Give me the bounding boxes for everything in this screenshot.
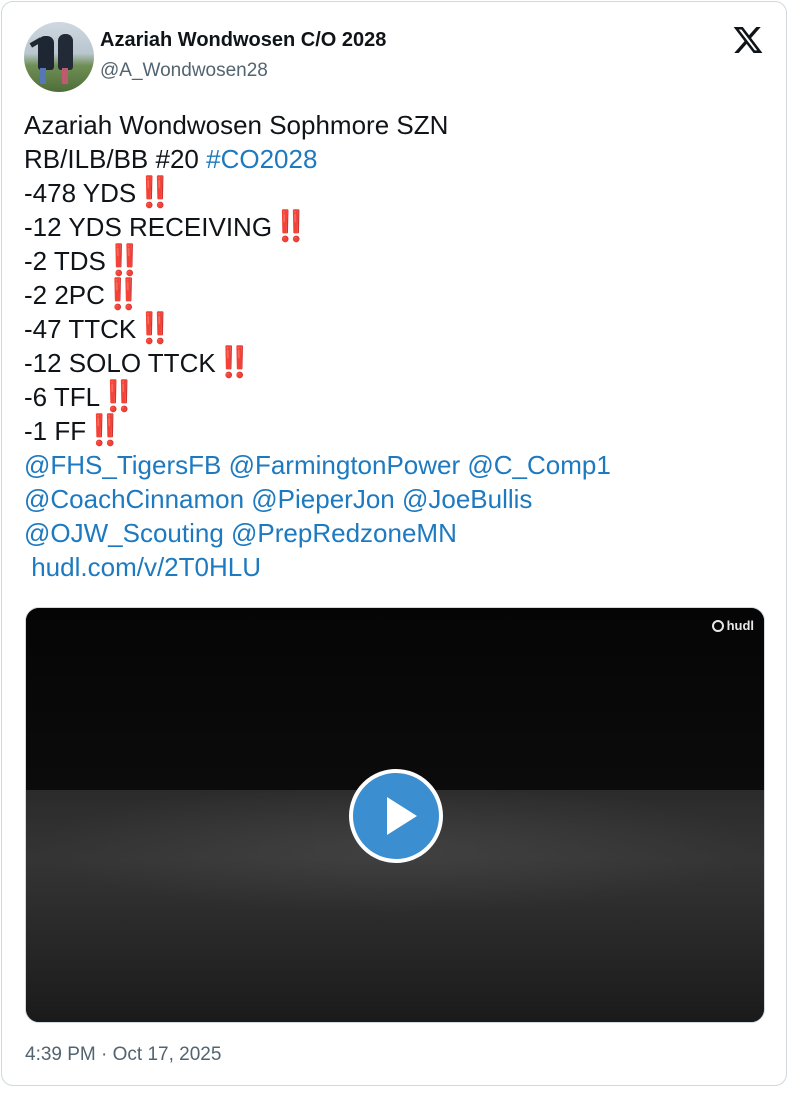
tweet-timestamp[interactable]: 4:39 PM · Oct 17, 2025 [25, 1044, 221, 1066]
play-icon[interactable] [349, 769, 443, 863]
hashtag-link[interactable]: #CO2028 [206, 144, 317, 174]
hudl-watermark-text: hudl [726, 618, 754, 633]
stat-line: -1 FF‼️ [24, 414, 764, 448]
hudl-watermark: hudl [711, 618, 754, 633]
stat-text: -6 TFL [24, 382, 101, 412]
stat-text: -478 YDS [24, 178, 137, 208]
hudl-url-link[interactable]: hudl.com/v/2T0HLU [24, 550, 764, 584]
video-player[interactable]: hudl [25, 607, 765, 1023]
stat-line: -2 2PC‼️ [24, 278, 764, 312]
stat-line: -12 YDS RECEIVING‼️ [24, 210, 764, 244]
avatar-figure-leg [62, 68, 68, 84]
hudl-logo-icon [711, 619, 724, 632]
mentions-line[interactable]: @OJW_Scouting @PrepRedzoneMN [24, 516, 764, 550]
tweet-line: RB/ILB/BB #20 #CO2028 [24, 142, 764, 176]
avatar-figure-leg [40, 68, 46, 84]
stat-text: -12 SOLO TTCK [24, 348, 216, 378]
tweet-line: Azariah Wondwosen Sophmore SZN [24, 108, 764, 142]
tweet-line-text: RB/ILB/BB #20 [24, 144, 207, 174]
stat-text: -1 FF [24, 416, 87, 446]
stat-text: -2 TDS [24, 246, 106, 276]
stat-line: -6 TFL‼️ [24, 380, 764, 414]
double-exclamation-icon: ‼️ [100, 380, 137, 413]
avatar[interactable] [24, 22, 94, 92]
double-exclamation-icon: ‼️ [86, 414, 123, 447]
stat-text: -12 YDS RECEIVING [24, 212, 273, 242]
avatar-figure [58, 34, 73, 70]
author-handle[interactable]: @A_Wondwosen28 [100, 60, 268, 82]
double-exclamation-icon: ‼️ [104, 278, 142, 311]
stat-line: -478 YDS‼️ [24, 176, 764, 210]
stat-line: -2 TDS‼️ [24, 244, 764, 278]
double-exclamation-icon: ‼️ [105, 244, 143, 277]
tweet-card: Azariah Wondwosen C/O 2028 @A_Wondwosen2… [1, 1, 787, 1086]
double-exclamation-icon: ‼️ [136, 176, 173, 209]
stat-line: -12 SOLO TTCK‼️ [24, 346, 764, 380]
double-exclamation-icon: ‼️ [272, 210, 309, 243]
stat-text: -47 TTCK [24, 314, 137, 344]
stat-text: -2 2PC [24, 280, 105, 310]
mentions-line[interactable]: @FHS_TigersFB @FarmingtonPower @C_Comp1 [24, 448, 764, 482]
stat-line: -47 TTCK‼️ [24, 312, 764, 346]
double-exclamation-icon: ‼️ [136, 312, 173, 345]
double-exclamation-icon: ‼️ [215, 346, 253, 379]
tweet-text: Azariah Wondwosen Sophmore SZN RB/ILB/BB… [24, 108, 764, 584]
x-logo-icon[interactable] [731, 24, 765, 56]
tweet-line-text: Azariah Wondwosen Sophmore SZN [24, 110, 449, 140]
mentions-line[interactable]: @CoachCinnamon @PieperJon @JoeBullis [24, 482, 764, 516]
author-name[interactable]: Azariah Wondwosen C/O 2028 [100, 29, 386, 52]
